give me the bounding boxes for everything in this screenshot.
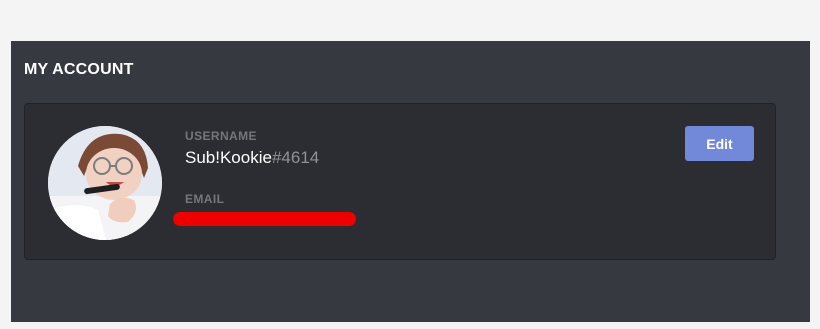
username-label: USERNAME xyxy=(185,129,257,143)
email-label: EMAIL xyxy=(185,192,225,206)
username-discriminator: #4614 xyxy=(271,148,320,167)
email-redaction-bar xyxy=(173,212,356,226)
avatar-photo-icon xyxy=(48,126,162,240)
username-value: Sub!Kookie#4614 xyxy=(185,148,319,168)
account-card: USERNAME Sub!Kookie#4614 EMAIL Edit xyxy=(24,103,776,260)
section-title: MY ACCOUNT xyxy=(24,61,134,78)
avatar[interactable] xyxy=(48,126,162,240)
account-settings-panel: MY ACCOUNT USERNAME Sub!Kookie#4614 EMAI… xyxy=(11,41,810,322)
edit-button[interactable]: Edit xyxy=(685,126,754,161)
username-text: Sub!Kookie xyxy=(185,148,272,167)
